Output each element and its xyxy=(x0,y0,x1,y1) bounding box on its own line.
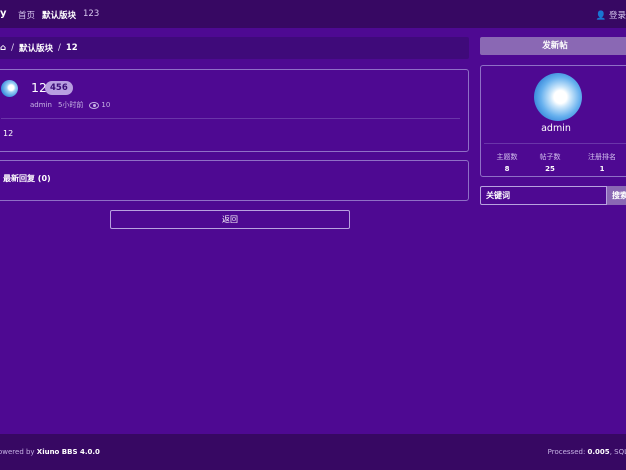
login-label: 登录 xyxy=(608,11,626,21)
nav-123[interactable]: 123 xyxy=(83,9,99,19)
nav-home[interactable]: 首页 xyxy=(18,9,35,21)
sql-label: , SQL xyxy=(609,448,626,456)
thread-meta: admin 5小时前 10 xyxy=(30,100,110,110)
stat-label: 帖子数 xyxy=(539,153,561,161)
stat-value: 1 xyxy=(599,165,605,173)
login-link[interactable]: 👤 登录 xyxy=(596,9,626,21)
home-icon[interactable]: ⌂ xyxy=(0,43,6,53)
stat-rank: 注册排名 1 xyxy=(580,152,624,173)
breadcrumb-separator: / xyxy=(57,43,61,53)
divider xyxy=(1,118,460,119)
eye-icon xyxy=(89,101,100,109)
back-button[interactable]: 返回 xyxy=(110,210,350,229)
powered-prefix: Powered by xyxy=(0,448,35,456)
powered-link[interactable]: Xiuno BBS 4.0.0 xyxy=(37,448,100,456)
stat-threads: 主题数 8 xyxy=(485,152,529,173)
breadcrumb: ⌂ / 默认版块 / 12 xyxy=(0,37,469,59)
breadcrumb-separator: / xyxy=(11,43,14,53)
top-navbar: y 首页 默认版块 123 👤 登录 xyxy=(0,0,626,28)
search-button[interactable]: 搜索 xyxy=(607,186,626,205)
footer: Powered by Xiuno BBS 4.0.0 Processed: 0.… xyxy=(0,434,626,470)
search-input[interactable] xyxy=(480,186,607,205)
author-avatar[interactable] xyxy=(1,80,18,97)
new-post-button[interactable]: 发新帖 xyxy=(480,37,626,55)
user-avatar[interactable] xyxy=(534,73,582,121)
processing-info: Processed: 0.005, SQL xyxy=(548,448,626,456)
nav-default-forum[interactable]: 默认版块 xyxy=(42,9,76,21)
thread-card: 12 456 admin 5小时前 10 12 xyxy=(0,69,469,152)
views-count: 10 xyxy=(101,101,111,109)
user-profile-card: admin 主题数 8 帖子数 25 注册排名 1 xyxy=(480,65,626,177)
search-box: 搜索 xyxy=(480,186,626,205)
powered-by: Powered by Xiuno BBS 4.0.0 xyxy=(0,448,100,456)
profile-username[interactable]: admin xyxy=(481,123,626,134)
views-badge: 456 xyxy=(45,81,73,95)
stat-label: 主题数 xyxy=(496,153,518,161)
replies-heading: 最新回复 (0) xyxy=(3,174,51,183)
thread-body: 12 xyxy=(3,129,14,138)
breadcrumb-forum[interactable]: 默认版块 xyxy=(19,42,53,54)
processed-prefix: Processed: xyxy=(547,448,588,456)
stat-value: 25 xyxy=(545,165,555,173)
thread-views: 10 xyxy=(89,101,110,109)
stat-posts: 帖子数 25 xyxy=(528,152,572,173)
thread-time: 5小时前 xyxy=(57,101,84,109)
stat-label: 注册排名 xyxy=(588,153,616,161)
divider xyxy=(484,143,626,144)
thread-author[interactable]: admin xyxy=(30,101,52,109)
stat-value: 8 xyxy=(504,165,510,173)
user-icon: 👤 xyxy=(595,11,607,21)
breadcrumb-thread[interactable]: 12 xyxy=(66,43,78,53)
site-logo[interactable]: y xyxy=(0,8,7,19)
processed-value: 0.005 xyxy=(587,448,610,456)
replies-card: 最新回复 (0) xyxy=(0,160,469,201)
